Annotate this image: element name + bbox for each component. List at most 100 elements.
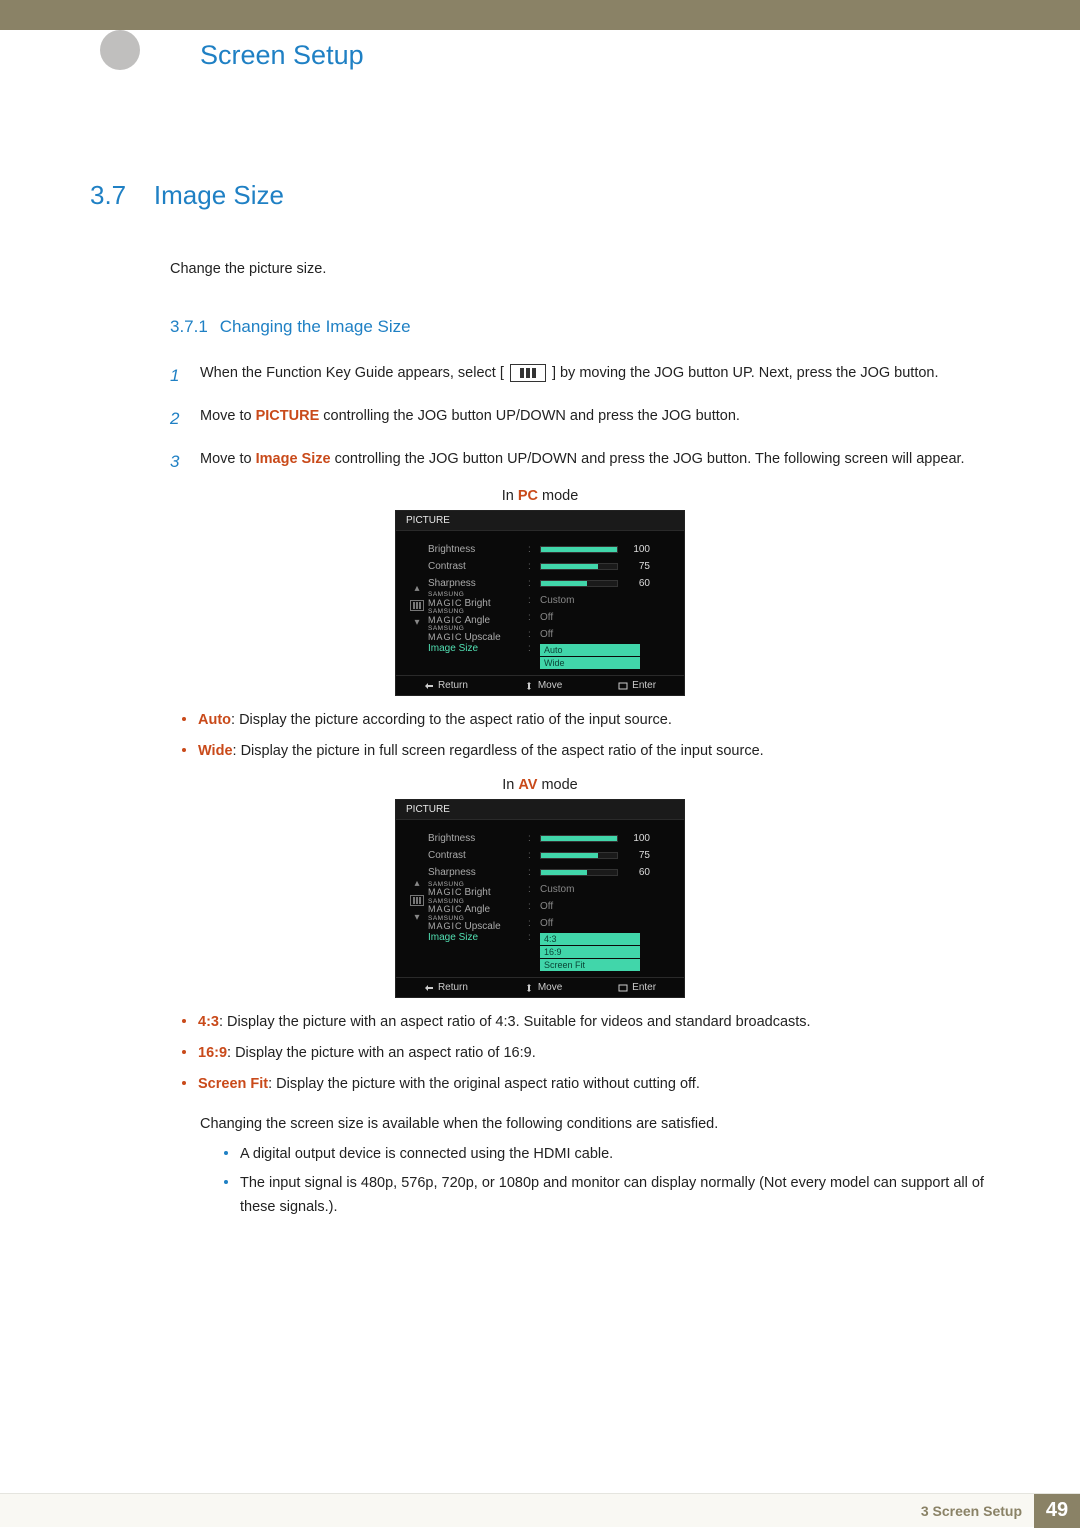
step-2-pre: Move to bbox=[200, 408, 256, 424]
chevron-down-icon: ▾ bbox=[414, 617, 419, 628]
mode-pre: In bbox=[502, 488, 518, 504]
magic-suffix: Upscale bbox=[465, 632, 501, 643]
osd-value: 100 bbox=[626, 833, 650, 844]
mode-bold: PC bbox=[518, 488, 538, 504]
chevron-up-icon: ▴ bbox=[414, 583, 419, 594]
menu-icon bbox=[510, 364, 546, 382]
note-condition-2: The input signal is 480p, 576p, 720p, or… bbox=[220, 1171, 990, 1220]
chapter-circle bbox=[100, 30, 140, 70]
note-block: Changing the screen size is available wh… bbox=[200, 1116, 990, 1220]
brand-bot: MAGIC bbox=[428, 598, 463, 608]
subsection-title: Changing the Image Size bbox=[220, 317, 411, 336]
osd-row-magic-bright: SAMSUNGMAGICBright : Custom bbox=[428, 592, 672, 609]
osd-option-16-9: 16:9 bbox=[540, 946, 640, 958]
step-2: 2 Move to PICTURE controlling the JOG bu… bbox=[170, 402, 990, 431]
step-number: 1 bbox=[170, 359, 179, 393]
bullet-auto: Auto: Display the picture according to t… bbox=[170, 708, 990, 739]
brand-bot: MAGIC bbox=[428, 615, 463, 625]
osd-option-wide: Wide bbox=[540, 657, 640, 669]
step-1: 1 When the Function Key Guide appears, s… bbox=[170, 359, 990, 388]
osd-label: Contrast bbox=[428, 561, 520, 572]
pc-options-list: Auto: Display the picture according to t… bbox=[170, 708, 990, 769]
note-conditions: A digital output device is connected usi… bbox=[220, 1142, 990, 1220]
step-1-post: ] by moving the JOG button UP. Next, pre… bbox=[552, 365, 939, 381]
bullet-4-3: 4:3: Display the picture with an aspect … bbox=[170, 1010, 990, 1041]
osd-value: 60 bbox=[626, 867, 650, 878]
osd-enter: Enter bbox=[618, 982, 656, 993]
magic-suffix: Angle bbox=[465, 904, 491, 915]
osd-value: Off bbox=[540, 918, 553, 929]
magic-suffix: Bright bbox=[465, 887, 491, 898]
section-number: 3.7 bbox=[90, 180, 150, 211]
osd-option-auto: Auto bbox=[540, 644, 640, 656]
osd-row-image-size: Image Size: 4:3 16:9 Screen Fit bbox=[428, 932, 672, 971]
osd-row-brightness: Brightness: 100 bbox=[428, 830, 672, 847]
osd-value: 75 bbox=[626, 561, 650, 572]
osd-pc: PICTURE ▴ ▾ Brightness : 100 Contrast bbox=[395, 510, 685, 696]
section-intro: Change the picture size. bbox=[170, 261, 990, 277]
chevron-down-icon: ▾ bbox=[414, 912, 419, 923]
bullet-text: : Display the picture according to the a… bbox=[231, 712, 672, 728]
mode-bold: AV bbox=[518, 777, 537, 793]
slider-contrast bbox=[540, 563, 618, 570]
osd-row-contrast: Contrast: 75 bbox=[428, 847, 672, 864]
osd-value: Off bbox=[540, 629, 553, 640]
osd-row-magic-bright: SAMSUNGMAGICBright: Custom bbox=[428, 881, 672, 898]
slider-brightness bbox=[540, 835, 618, 842]
osd-footer: Return Move Enter bbox=[396, 675, 684, 695]
bullet-text: : Display the picture with an aspect rat… bbox=[227, 1045, 536, 1061]
osd-label: Brightness bbox=[428, 833, 520, 844]
osd-side-icons: ▴ ▾ bbox=[406, 830, 428, 971]
osd-value: Custom bbox=[540, 595, 574, 606]
osd-footer: Return Move Enter bbox=[396, 977, 684, 997]
bullet-screen-fit: Screen Fit: Display the picture with the… bbox=[170, 1072, 990, 1103]
step-3-bold: Image Size bbox=[256, 451, 331, 467]
page-title: Screen Setup bbox=[200, 40, 364, 71]
steps-list: 1 When the Function Key Guide appears, s… bbox=[170, 359, 990, 474]
note-lead: Changing the screen size is available wh… bbox=[200, 1116, 990, 1132]
osd-row-magic-upscale: SAMSUNGMAGICUpscale : Off bbox=[428, 626, 672, 643]
mode-post: mode bbox=[538, 488, 578, 504]
osd-label-selected: Image Size bbox=[428, 932, 520, 943]
osd-label: Contrast bbox=[428, 850, 520, 861]
brand-bot: MAGIC bbox=[428, 632, 463, 642]
slider-brightness bbox=[540, 546, 618, 553]
note-condition-1: A digital output device is connected usi… bbox=[220, 1142, 990, 1167]
magic-suffix: Upscale bbox=[465, 921, 501, 932]
osd-label: Brightness bbox=[428, 544, 520, 555]
osd-title: PICTURE bbox=[396, 511, 684, 531]
osd-option-screen-fit: Screen Fit bbox=[540, 959, 640, 971]
step-number: 3 bbox=[170, 445, 179, 479]
osd-row-magic-angle: SAMSUNGMAGICAngle: Off bbox=[428, 898, 672, 915]
osd-enter: Enter bbox=[618, 680, 656, 691]
brand-bot: MAGIC bbox=[428, 904, 463, 914]
osd-return: Return bbox=[424, 680, 468, 691]
osd-value: Custom bbox=[540, 884, 574, 895]
osd-value: Off bbox=[540, 901, 553, 912]
slider-sharpness bbox=[540, 580, 618, 587]
osd-row-brightness: Brightness : 100 bbox=[428, 541, 672, 558]
osd-title: PICTURE bbox=[396, 800, 684, 820]
osd-value: 60 bbox=[626, 578, 650, 589]
bullet-bold: Wide bbox=[198, 743, 233, 759]
magic-suffix: Angle bbox=[465, 615, 491, 626]
pc-mode-label: In PC mode bbox=[90, 488, 990, 504]
bullet-wide: Wide: Display the picture in full screen… bbox=[170, 739, 990, 770]
footer-chapter: 3 Screen Setup bbox=[921, 1503, 1022, 1519]
slider-contrast bbox=[540, 852, 618, 859]
step-1-pre: When the Function Key Guide appears, sel… bbox=[200, 365, 504, 381]
bullet-text: : Display the picture in full screen reg… bbox=[233, 743, 764, 759]
bullet-bold: Screen Fit bbox=[198, 1076, 268, 1092]
bullet-text: : Display the picture with an aspect rat… bbox=[219, 1014, 811, 1030]
osd-row-magic-angle: SAMSUNGMAGICAngle : Off bbox=[428, 609, 672, 626]
menu-icon bbox=[410, 600, 424, 611]
mode-pre: In bbox=[502, 777, 518, 793]
osd-label: Sharpness bbox=[428, 867, 520, 878]
step-3: 3 Move to Image Size controlling the JOG… bbox=[170, 445, 990, 474]
osd-row-sharpness: Sharpness: 60 bbox=[428, 864, 672, 881]
mode-post: mode bbox=[537, 777, 577, 793]
page-footer: 3 Screen Setup 49 bbox=[0, 1493, 1080, 1527]
osd-option-4-3: 4:3 bbox=[540, 933, 640, 945]
bullet-16-9: 16:9: Display the picture with an aspect… bbox=[170, 1041, 990, 1072]
osd-move: Move bbox=[524, 680, 562, 691]
